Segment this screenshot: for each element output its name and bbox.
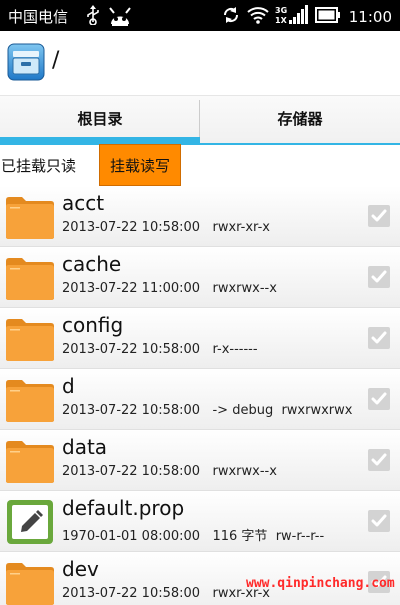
edit-file-icon	[5, 499, 55, 545]
signal-3g-icon: 3G 1X	[275, 4, 309, 30]
file-meta: 2013-07-22 10:58:00 r-x------	[62, 342, 258, 357]
folder-icon	[5, 560, 55, 605]
folder-icon	[5, 194, 55, 240]
usb-icon	[85, 5, 101, 29]
file-name: d	[62, 374, 75, 398]
select-checkbox[interactable]	[368, 510, 390, 532]
file-name: default.prop	[62, 496, 185, 520]
title-bar	[0, 31, 400, 95]
folder-icon	[5, 316, 55, 362]
file-row[interactable]: default.prop 1970-01-01 08:00:00 116 字节 r…	[0, 491, 400, 552]
mount-status-label: 已挂载只读	[1, 157, 77, 175]
file-row[interactable]: cache 2013-07-22 11:00:00 rwxrwx--x	[0, 247, 400, 308]
file-detail: -> debug rwxrwxrwx	[212, 403, 353, 418]
tab-root[interactable]: 根目录	[0, 96, 200, 140]
carrier-label: 中国电信	[8, 8, 69, 26]
file-name: config	[62, 313, 124, 337]
mount-rw-button[interactable]: 挂载读写	[99, 144, 181, 186]
wifi-icon	[247, 6, 269, 28]
file-date: 2013-07-22 11:00:00	[62, 281, 201, 296]
android-debug-icon	[107, 4, 133, 30]
watermark: www.qinpinchang.com	[246, 576, 395, 591]
file-meta: 2013-07-22 10:58:00 rwxr-xr-x	[62, 586, 270, 601]
select-checkbox[interactable]	[368, 449, 390, 471]
select-checkbox[interactable]	[368, 327, 390, 349]
folder-icon	[5, 438, 55, 484]
file-date: 2013-07-22 10:58:00	[62, 342, 201, 357]
file-detail: rwxr-xr-x	[212, 220, 270, 235]
file-row[interactable]: data 2013-07-22 10:58:00 rwxrwx--x	[0, 430, 400, 491]
file-name: dev	[62, 557, 99, 581]
app-icon[interactable]	[7, 43, 45, 85]
file-date: 2013-07-22 10:58:00	[62, 586, 201, 601]
file-meta: 2013-07-22 10:58:00 rwxr-xr-x	[62, 220, 270, 235]
file-row[interactable]: d 2013-07-22 10:58:00 -> debug rwxrwxrwx	[0, 369, 400, 430]
select-checkbox[interactable]	[368, 205, 390, 227]
tab-storage-label: 存储器	[277, 109, 323, 128]
svg-text:3G: 3G	[275, 6, 287, 15]
file-row[interactable]: config 2013-07-22 10:58:00 r-x------	[0, 308, 400, 369]
select-checkbox[interactable]	[368, 388, 390, 410]
file-meta: 2013-07-22 10:58:00 rwxrwx--x	[62, 464, 277, 479]
file-name: acct	[62, 191, 105, 215]
svg-text:1X: 1X	[275, 16, 288, 25]
file-detail: r-x------	[212, 342, 258, 357]
status-icons: 3G 1X 11:00	[221, 4, 392, 30]
sync-icon	[221, 5, 241, 29]
file-detail: 116 字节 rw-r--r--	[212, 529, 325, 544]
file-date: 2013-07-22 10:58:00	[62, 464, 201, 479]
file-name: cache	[62, 252, 122, 276]
status-bar: 中国电信 3G 1X 11:00	[0, 0, 400, 31]
current-path: /	[52, 48, 60, 73]
tab-root-label: 根目录	[77, 109, 123, 128]
file-meta: 2013-07-22 10:58:00 -> debug rwxrwxrwx	[62, 403, 352, 418]
file-name: data	[62, 435, 108, 459]
tab-storage[interactable]: 存储器	[200, 96, 400, 140]
file-detail: rwxrwx--x	[212, 464, 277, 479]
file-date: 2013-07-22 10:58:00	[62, 403, 201, 418]
select-checkbox[interactable]	[368, 266, 390, 288]
file-date: 2013-07-22 10:58:00	[62, 220, 201, 235]
file-meta: 2013-07-22 11:00:00 rwxrwx--x	[62, 281, 277, 296]
folder-icon	[5, 377, 55, 423]
file-detail: rwxrwx--x	[212, 281, 277, 296]
battery-icon	[314, 7, 341, 27]
mount-rw-button-label: 挂载读写	[109, 156, 170, 175]
file-row[interactable]: acct 2013-07-22 10:58:00 rwxr-xr-x	[0, 186, 400, 247]
clock: 11:00	[348, 8, 392, 26]
file-meta: 1970-01-01 08:00:00 116 字节 rw-r--r--	[62, 525, 324, 544]
folder-icon	[5, 255, 55, 301]
file-date: 1970-01-01 08:00:00	[62, 529, 201, 544]
